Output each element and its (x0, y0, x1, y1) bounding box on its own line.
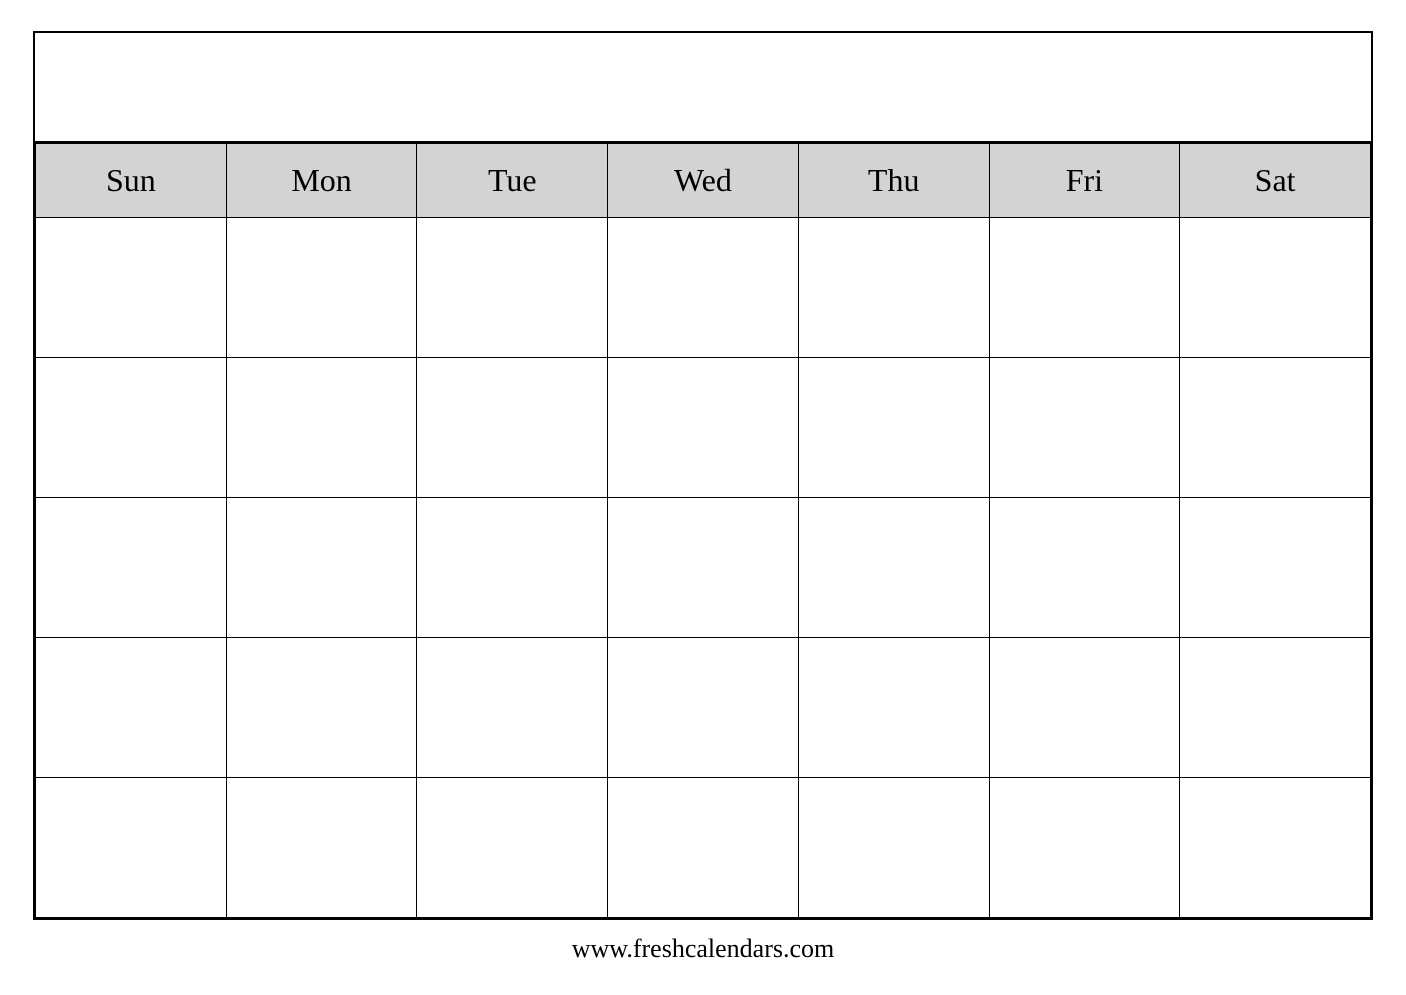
calendar-cell[interactable] (417, 218, 608, 358)
calendar-cell[interactable] (989, 638, 1180, 778)
calendar-cell[interactable] (36, 358, 227, 498)
calendar-cell[interactable] (417, 638, 608, 778)
calendar-cell[interactable] (608, 498, 799, 638)
calendar-cell[interactable] (798, 498, 989, 638)
calendar-row (36, 358, 1371, 498)
calendar-cell[interactable] (1180, 498, 1371, 638)
calendar-cell[interactable] (226, 358, 417, 498)
calendar-cell[interactable] (36, 218, 227, 358)
calendar-cell[interactable] (989, 358, 1180, 498)
header-wed: Wed (608, 144, 799, 218)
calendar-cell[interactable] (608, 778, 799, 918)
calendar-cell[interactable] (1180, 638, 1371, 778)
calendar-row (36, 218, 1371, 358)
calendar-cell[interactable] (989, 218, 1180, 358)
header-sat: Sat (1180, 144, 1371, 218)
calendar-cell[interactable] (226, 638, 417, 778)
header-thu: Thu (798, 144, 989, 218)
header-fri: Fri (989, 144, 1180, 218)
calendar-cell[interactable] (36, 498, 227, 638)
calendar-row (36, 638, 1371, 778)
calendar-cell[interactable] (798, 218, 989, 358)
calendar-body (36, 218, 1371, 918)
calendar-row (36, 778, 1371, 918)
calendar-cell[interactable] (989, 498, 1180, 638)
calendar-cell[interactable] (226, 218, 417, 358)
calendar-cell[interactable] (417, 358, 608, 498)
calendar-cell[interactable] (226, 778, 417, 918)
calendar-cell[interactable] (608, 358, 799, 498)
calendar-cell[interactable] (798, 638, 989, 778)
calendar-cell[interactable] (798, 778, 989, 918)
calendar-cell[interactable] (608, 638, 799, 778)
footer-url: www.freshcalendars.com (33, 934, 1373, 964)
calendar-row (36, 498, 1371, 638)
calendar-cell[interactable] (1180, 778, 1371, 918)
calendar-cell[interactable] (608, 218, 799, 358)
calendar-cell[interactable] (226, 498, 417, 638)
calendar-grid: Sun Mon Tue Wed Thu Fri Sat (35, 143, 1371, 918)
calendar-wrapper: Sun Mon Tue Wed Thu Fri Sat www.freshcal… (33, 31, 1373, 964)
calendar-cell[interactable] (1180, 218, 1371, 358)
header-mon: Mon (226, 144, 417, 218)
header-tue: Tue (417, 144, 608, 218)
calendar-cell[interactable] (417, 498, 608, 638)
calendar-cell[interactable] (798, 358, 989, 498)
calendar-cell[interactable] (1180, 358, 1371, 498)
calendar-outer: Sun Mon Tue Wed Thu Fri Sat (33, 31, 1373, 920)
calendar-cell[interactable] (36, 778, 227, 918)
day-header-row: Sun Mon Tue Wed Thu Fri Sat (36, 144, 1371, 218)
title-area (35, 33, 1371, 143)
calendar-cell[interactable] (417, 778, 608, 918)
calendar-cell[interactable] (989, 778, 1180, 918)
calendar-cell[interactable] (36, 638, 227, 778)
header-sun: Sun (36, 144, 227, 218)
